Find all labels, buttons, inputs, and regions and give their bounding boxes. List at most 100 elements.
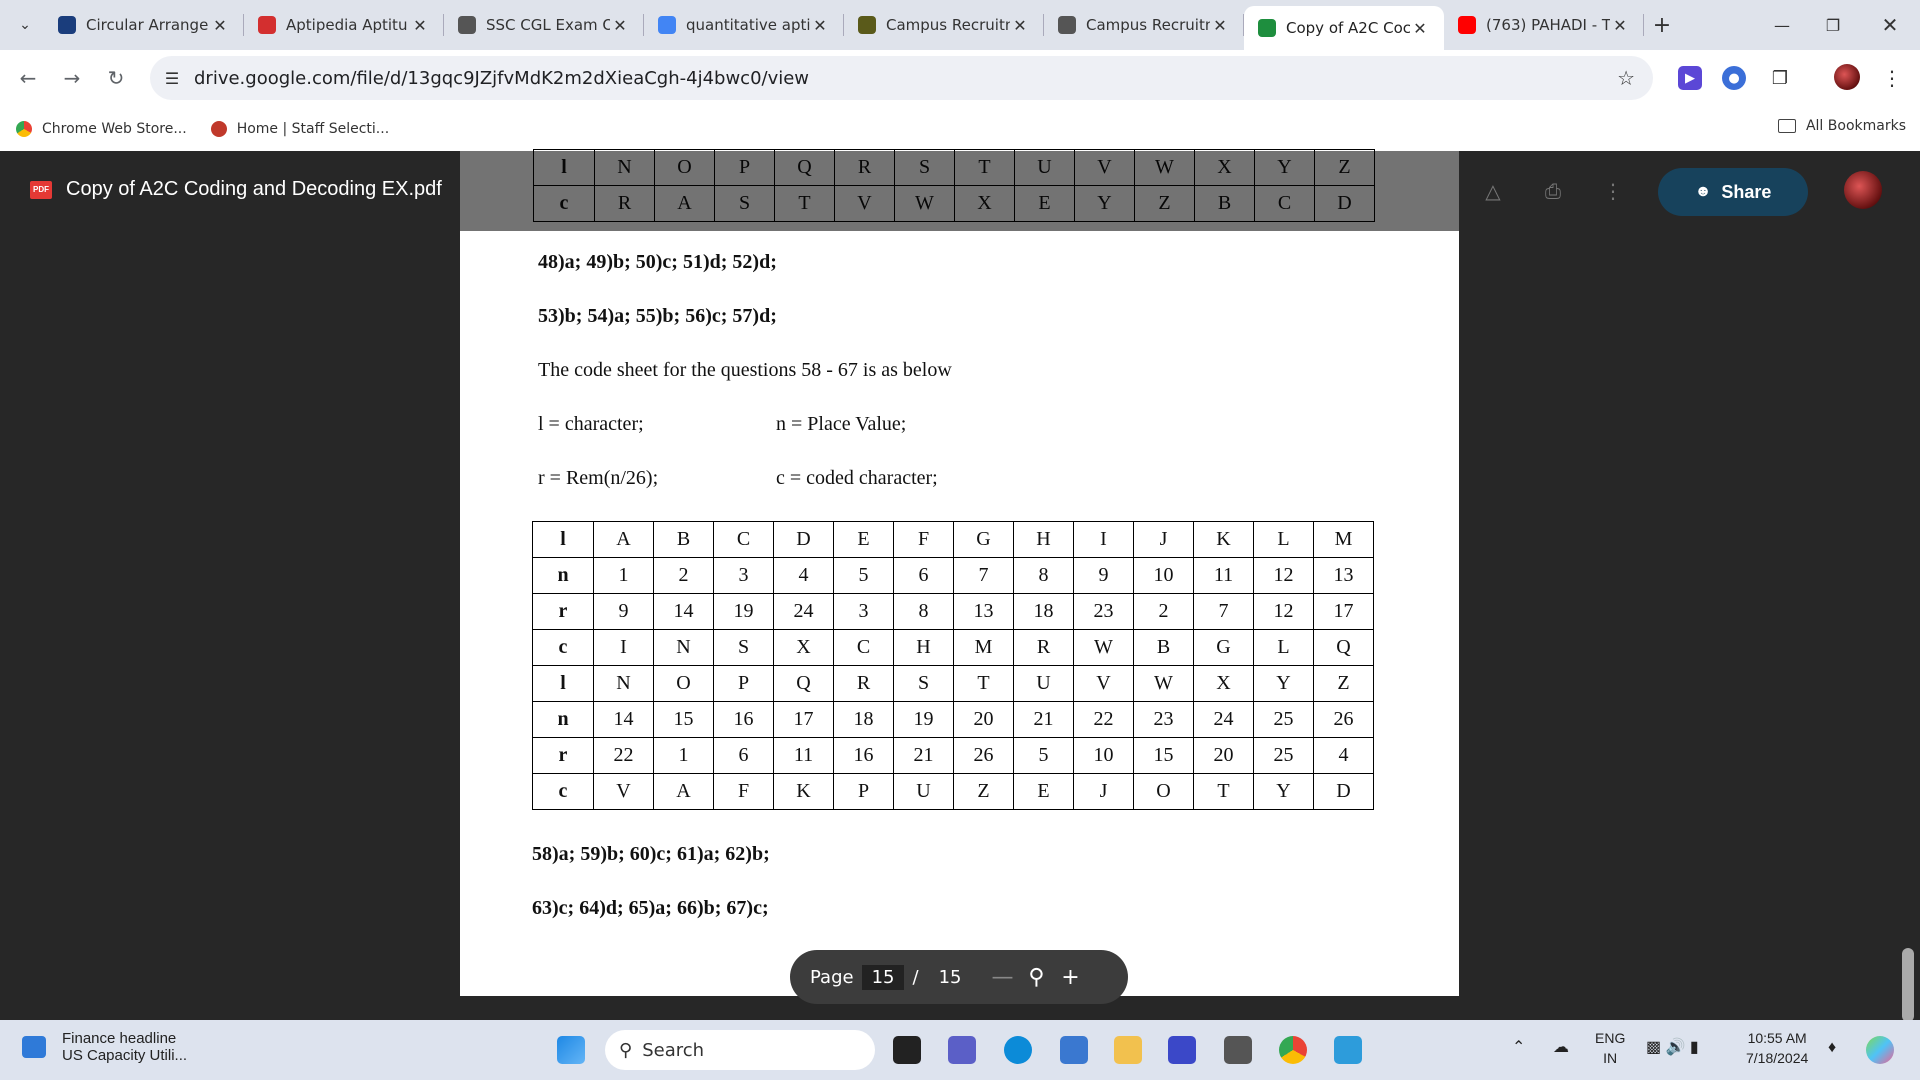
clock[interactable]: 10:55 AM 7/18/2024 [1746,1028,1808,1068]
restore-icon[interactable]: ❐ [1803,0,1863,50]
table-cell: W [1133,665,1194,702]
scrollbar-thumb[interactable] [1902,948,1914,1022]
table-cell: 2 [653,557,714,594]
browser-tab[interactable]: Campus Recruitm ✕ [844,0,1044,50]
site-info-icon[interactable]: ☰ [150,69,194,88]
table-cell: 18 [1013,593,1074,630]
browser-tab[interactable]: quantitative apti ✕ [644,0,844,50]
table-cell: O [1133,773,1194,810]
browser-menu-icon[interactable]: ⋮ [1880,66,1904,90]
print-icon[interactable]: ⎙ [1538,176,1568,206]
store-icon[interactable] [1060,1036,1088,1064]
back-arrow-icon[interactable]: ← [6,56,50,100]
tab-close-icon[interactable]: ✕ [1010,16,1030,35]
network-volume-battery-icons[interactable]: ▩ 🔊 ▮ [1646,1038,1699,1058]
copilot-icon[interactable] [1866,1036,1894,1064]
language-top: ENG [1595,1030,1626,1046]
browser-tab[interactable]: Circular Arrange ✕ [44,0,244,50]
table-cell: 16 [713,701,774,738]
taskbar-search[interactable]: ⚲ Search [605,1030,875,1070]
tab-favicon-icon [858,16,876,34]
table-cell: R [1013,629,1074,666]
answers-53-57: 53)b; 54)a; 55)b; 56)c; 57)d; [538,305,777,327]
windows-start-icon[interactable] [557,1036,585,1064]
table-cell: E [1013,773,1074,810]
answers-63-67: 63)c; 64)d; 65)a; 66)b; 67)c; [532,897,769,919]
bookmark-star-icon[interactable]: ☆ [1617,66,1635,90]
tab-title: Campus Recruitm [1086,16,1210,34]
table-cell: 19 [893,701,954,738]
notification-bell-icon[interactable]: ♦ [1828,1038,1836,1058]
language-bottom: IN [1603,1050,1618,1066]
share-button[interactable]: ☻ Share [1658,168,1808,216]
account-avatar[interactable] [1844,171,1882,209]
table-cell: 17 [1313,593,1374,630]
app-icon[interactable] [1168,1036,1196,1064]
table-cell: T [953,665,1014,702]
table-cell: 3 [833,593,894,630]
read-aloud-extension-icon[interactable]: ▶ [1678,66,1702,90]
add-to-drive-icon[interactable]: △ [1478,176,1508,206]
screen-recorder-extension-icon[interactable]: ● [1722,66,1746,90]
table-cell: R [833,665,894,702]
browser-tab[interactable]: Aptipedia Aptitu ✕ [244,0,444,50]
onedrive-icon[interactable]: ☁ [1553,1038,1569,1058]
tab-search-chevron-icon[interactable]: ⌄ [6,6,44,44]
table-cell: W [1073,629,1134,666]
table-cell: Y [1253,665,1314,702]
table-cell: L [1253,521,1314,558]
tab-close-icon[interactable]: ✕ [1410,19,1430,38]
browser-tab[interactable]: SSC CGL Exam O ✕ [444,0,644,50]
tab-close-icon[interactable]: ✕ [810,16,830,35]
profile-avatar[interactable] [1834,64,1860,90]
tab-close-icon[interactable]: ✕ [1210,16,1230,35]
all-bookmarks-button[interactable]: All Bookmarks [1777,118,1906,134]
extensions-puzzle-icon[interactable]: ❐ [1768,66,1792,90]
address-bar[interactable]: ☰ drive.google.com/file/d/13gqc9JZjfvMdK… [150,56,1653,100]
table-cell: H [1013,521,1074,558]
tab-close-icon[interactable]: ✕ [210,16,230,35]
table-cell: 1 [593,557,654,594]
tab-title: quantitative apti [686,16,810,34]
tab-close-icon[interactable]: ✕ [410,16,430,35]
current-page-input[interactable]: 15 [861,964,905,990]
language-indicator[interactable]: ENG IN [1595,1028,1625,1068]
table-row: n 14 15 16 17 18 19 20 21 22 23 24 25 26 [532,701,1374,738]
table-cell: 3 [713,557,774,594]
app-icon-2[interactable] [1224,1036,1252,1064]
news-title: Finance headline [62,1030,177,1047]
show-hidden-icons-icon[interactable]: ⌃ [1512,1038,1525,1058]
bookmark-chrome-web-store[interactable]: Chrome Web Store... [16,120,187,137]
zoom-out-button[interactable]: — [985,965,1019,990]
more-actions-icon[interactable]: ⋮ [1598,176,1628,206]
teams-icon[interactable] [948,1036,976,1064]
news-widget[interactable]: Finance headline US Capacity Utili... [22,1030,187,1064]
reload-icon[interactable]: ↻ [94,56,138,100]
bookmark-staff-selection[interactable]: Home | Staff Selecti... [210,120,389,137]
new-tab-button[interactable]: + [1644,13,1680,38]
zoom-in-button[interactable]: + [1053,965,1087,990]
table-cell: C [833,629,894,666]
photos-icon[interactable] [1334,1036,1362,1064]
close-window-icon[interactable]: ✕ [1860,0,1920,50]
table-cell: 13 [953,593,1014,630]
table-row: r 9 14 19 24 3 8 13 18 23 2 7 12 17 [532,593,1374,630]
chrome-icon[interactable] [1279,1036,1307,1064]
table-row: r 22 1 6 11 16 21 26 5 10 15 20 25 4 [532,737,1374,774]
file-explorer-icon[interactable] [1114,1036,1142,1064]
table-cell: 8 [893,593,954,630]
browser-tab[interactable]: (763) PAHADI - T ✕ [1444,0,1644,50]
browser-tab[interactable]: Copy of A2C Coc ✕ [1244,6,1444,50]
table-cell: 16 [833,737,894,774]
table-row: cVAFKPUZEJOTYD [532,773,1374,810]
browser-tab[interactable]: Campus Recruitm ✕ [1044,0,1244,50]
table-cell: 24 [773,593,834,630]
tab-close-icon[interactable]: ✕ [610,16,630,35]
forward-arrow-icon[interactable]: → [50,56,94,100]
search-icon: ⚲ [619,1039,633,1061]
edge-icon[interactable] [1004,1036,1032,1064]
tab-close-icon[interactable]: ✕ [1610,16,1630,35]
table-cell: S [713,629,774,666]
table-cell: 13 [1313,557,1374,594]
task-view-icon[interactable] [893,1036,921,1064]
